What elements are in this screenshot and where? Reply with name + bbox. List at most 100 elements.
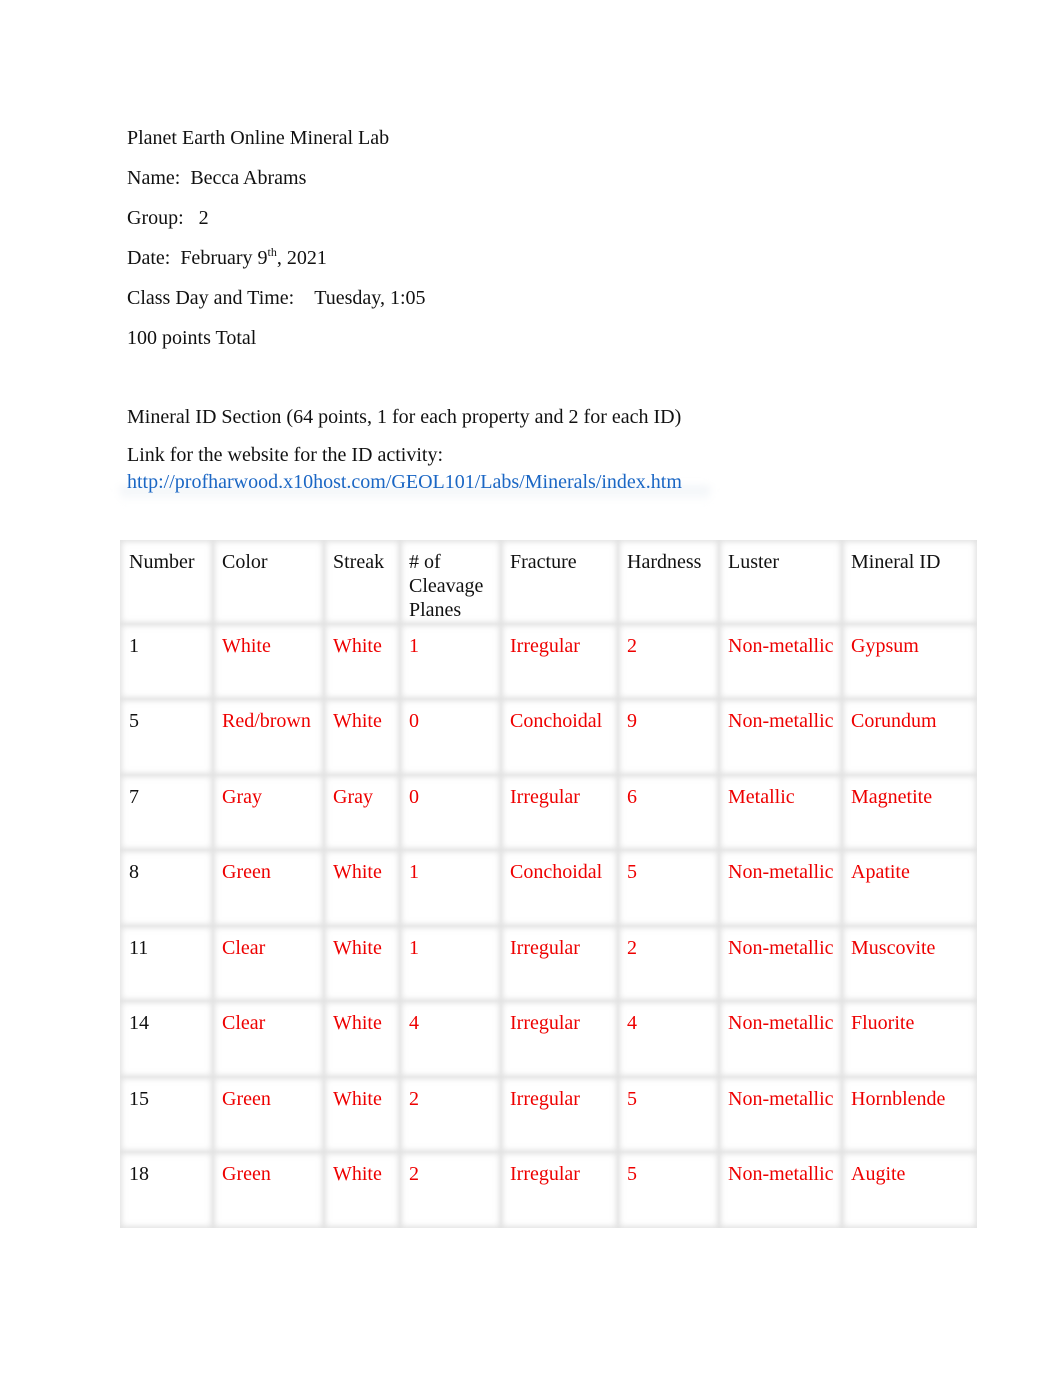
cell-hardness: 5 [618, 1152, 719, 1228]
cell-fracture: Conchoidal [501, 850, 618, 926]
cell-mineral-id: Augite [842, 1152, 977, 1228]
date-label: Date: [127, 247, 171, 269]
table-row: 8 Green White 1 Conchoidal 5 Non-metallic Apati… [120, 850, 977, 926]
header-fracture: Fracture [501, 540, 618, 624]
header-luster: Luster [719, 540, 842, 624]
cell-hardness: 5 [618, 1077, 719, 1153]
cell-streak: White [324, 624, 400, 700]
cell-cleavage-planes: 2 [400, 1077, 501, 1153]
cell-fracture: Irregular [501, 775, 618, 851]
date-year: , 2021 [276, 247, 327, 269]
cell-number: 5 [120, 699, 213, 775]
cell-number: 14 [120, 1001, 213, 1077]
cell-cleavage-planes: 1 [400, 926, 501, 1002]
cell-number: 18 [120, 1152, 213, 1228]
cell-luster: Non-metallic [719, 850, 842, 926]
points-total: 100 points Total [127, 327, 257, 349]
cell-mineral-id: Gypsum [842, 624, 977, 700]
cell-cleavage-planes: 0 [400, 699, 501, 775]
class-label: Class Day and Time: [127, 287, 295, 309]
group-value: 2 [198, 207, 209, 229]
cell-cleavage-planes: 2 [400, 1152, 501, 1228]
class-value: Tuesday, 1:05 [314, 287, 426, 309]
table-row: 7 Gray Gray 0 Irregular 6 Metallic Magnetite [120, 775, 977, 851]
name-value: Becca Abrams [190, 167, 307, 189]
mineral-table-wrapper: Number Color Streak # of Cleavage Planes… [120, 540, 977, 1228]
cell-hardness: 9 [618, 699, 719, 775]
cell-mineral-id: Fluorite [842, 1001, 977, 1077]
header-hardness: Hardness [618, 540, 719, 624]
cell-luster: Metallic [719, 775, 842, 851]
group-line: Group: 2 [127, 206, 209, 230]
cell-streak: White [324, 699, 400, 775]
cell-color: Red/brown [213, 699, 324, 775]
date-suffix: th [267, 245, 277, 259]
cell-color: Gray [213, 775, 324, 851]
cell-luster: Non-metallic [719, 1077, 842, 1153]
cell-luster: Non-metallic [719, 1001, 842, 1077]
cell-number: 15 [120, 1077, 213, 1153]
group-label: Group: [127, 207, 184, 229]
table-row: 15 Green White 2 Irregular 5 Non-metallic Hornb… [120, 1077, 977, 1153]
link-intro: Link for the website for the ID activity… [127, 444, 444, 466]
cell-fracture: Irregular [501, 926, 618, 1002]
table-row: 5 Red/brown White 0 Conchoidal 9 Non-metallic C… [120, 699, 977, 775]
cell-mineral-id: Apatite [842, 850, 977, 926]
cell-hardness: 2 [618, 926, 719, 1002]
cell-streak: Gray [324, 775, 400, 851]
cell-streak: White [324, 1152, 400, 1228]
cell-fracture: Conchoidal [501, 699, 618, 775]
header-streak: Streak [324, 540, 400, 624]
mineral-id-table: Number Color Streak # of Cleavage Planes… [120, 540, 977, 1228]
cell-luster: Non-metallic [719, 1152, 842, 1228]
name-label: Name: [127, 167, 181, 189]
cell-color: Green [213, 1152, 324, 1228]
header-mineral-id: Mineral ID [842, 540, 977, 624]
cell-mineral-id: Muscovite [842, 926, 977, 1002]
cell-fracture: Irregular [501, 1001, 618, 1077]
header-number: Number [120, 540, 213, 624]
cell-mineral-id: Hornblende [842, 1077, 977, 1153]
cell-number: 8 [120, 850, 213, 926]
cell-cleavage-planes: 4 [400, 1001, 501, 1077]
cell-number: 7 [120, 775, 213, 851]
class-line: Class Day and Time: Tuesday, 1:05 [127, 286, 426, 310]
name-line: Name: Becca Abrams [127, 166, 306, 190]
table-row: 1 White White 1 Irregular 2 Non-metallic Gypsum [120, 624, 977, 700]
table-header-row: Number Color Streak # of Cleavage Planes… [120, 540, 977, 624]
cell-cleavage-planes: 0 [400, 775, 501, 851]
table-row: 18 Green White 2 Irregular 5 Non-metallic Augit… [120, 1152, 977, 1228]
cell-luster: Non-metallic [719, 699, 842, 775]
cell-streak: White [324, 850, 400, 926]
cell-fracture: Irregular [501, 624, 618, 700]
cell-hardness: 6 [618, 775, 719, 851]
link-line: http://profharwood.x10host.com/GEOL101/L… [127, 470, 682, 494]
cell-cleavage-planes: 1 [400, 624, 501, 700]
cell-color: White [213, 624, 324, 700]
website-link[interactable]: http://profharwood.x10host.com/GEOL101/L… [127, 471, 682, 493]
cell-hardness: 5 [618, 850, 719, 926]
cell-fracture: Irregular [501, 1077, 618, 1153]
cell-color: Clear [213, 926, 324, 1002]
cell-luster: Non-metallic [719, 926, 842, 1002]
cell-color: Green [213, 1077, 324, 1153]
date-line: Date: February 9th, 2021 [127, 245, 327, 272]
cell-number: 11 [120, 926, 213, 1002]
cell-streak: White [324, 1001, 400, 1077]
cell-streak: White [324, 1077, 400, 1153]
cell-mineral-id: Magnetite [842, 775, 977, 851]
header-color: Color [213, 540, 324, 624]
cell-streak: White [324, 926, 400, 1002]
section-heading: Mineral ID Section (64 points, 1 for eac… [127, 406, 682, 428]
cell-fracture: Irregular [501, 1152, 618, 1228]
table-row: 11 Clear White 1 Irregular 2 Non-metallic Musco… [120, 926, 977, 1002]
date-month-day: February 9 [180, 247, 268, 269]
table-row: 14 Clear White 4 Irregular 4 Non-metallic Fluor… [120, 1001, 977, 1077]
cell-hardness: 4 [618, 1001, 719, 1077]
cell-color: Green [213, 850, 324, 926]
cell-mineral-id: Corundum [842, 699, 977, 775]
header-cleavage-planes: # of Cleavage Planes [400, 540, 501, 624]
cell-hardness: 2 [618, 624, 719, 700]
cell-number: 1 [120, 624, 213, 700]
document-title: Planet Earth Online Mineral Lab [127, 127, 390, 149]
